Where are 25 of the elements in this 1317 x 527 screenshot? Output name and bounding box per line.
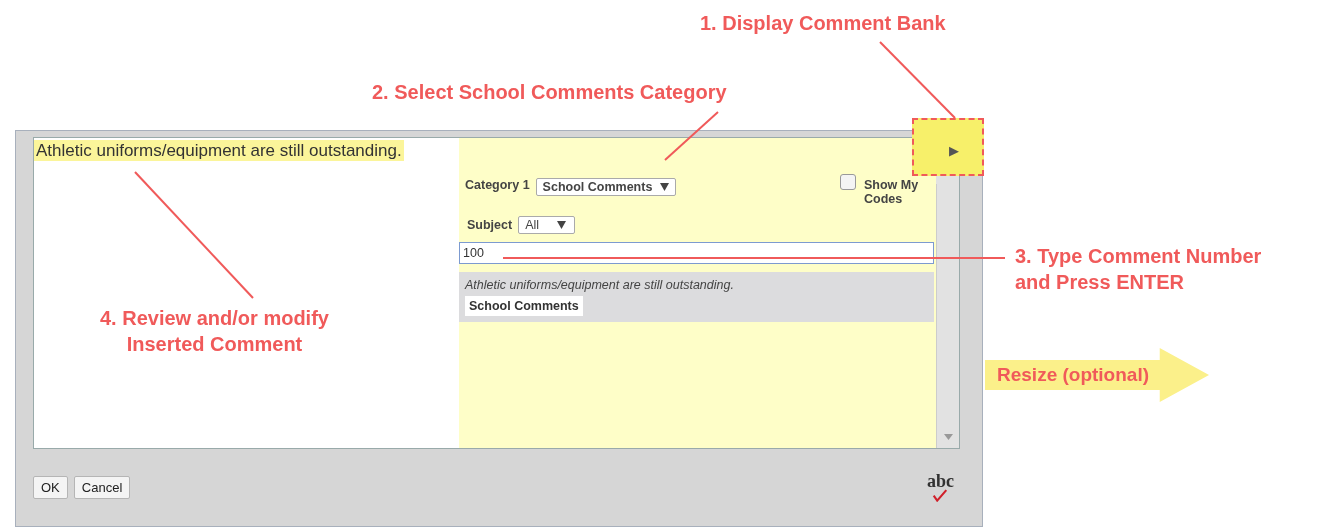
result-text: Athletic uniforms/equipment are still outstanding. xyxy=(465,278,735,292)
dropdown-arrow-icon xyxy=(660,183,670,191)
ok-button[interactable]: OK xyxy=(33,475,68,499)
leader-line xyxy=(664,111,719,161)
comment-number-field[interactable]: 100 xyxy=(459,242,934,264)
show-my-codes-checkbox[interactable] xyxy=(840,174,856,190)
category-label: Category 1 xyxy=(465,178,530,192)
comment-result[interactable]: Athletic uniforms/equipment are still outstanding. School Comments xyxy=(459,272,934,322)
spellcheck-button[interactable]: abc xyxy=(925,472,956,503)
comment-bank-toggle[interactable]: ▶ xyxy=(912,118,984,176)
annotation-note: 1. Display Comment Bank xyxy=(700,11,946,36)
dropdown-arrow-icon xyxy=(557,221,567,229)
category-tag: School Comments xyxy=(465,296,583,316)
annotation-note: 4. Review and/or modify Inserted Comment xyxy=(100,306,329,357)
scroll-down-icon[interactable] xyxy=(943,433,953,440)
comment-text: Athletic uniforms/equipment are still outstanding. xyxy=(34,140,404,161)
category-select[interactable]: School Comments xyxy=(535,178,677,196)
check-icon xyxy=(931,488,949,503)
annotation-note: 2. Select School Comments Category xyxy=(372,80,727,105)
subject-select[interactable]: All xyxy=(518,216,576,234)
subject-label: Subject xyxy=(467,218,513,232)
annotation-note: 3. Type Comment Number and Press ENTER xyxy=(1015,244,1262,295)
cancel-button[interactable]: Cancel xyxy=(73,475,131,499)
show-my-codes-label: Show My Codes xyxy=(864,178,920,206)
resize-callout: Resize (optional) xyxy=(985,348,1209,402)
